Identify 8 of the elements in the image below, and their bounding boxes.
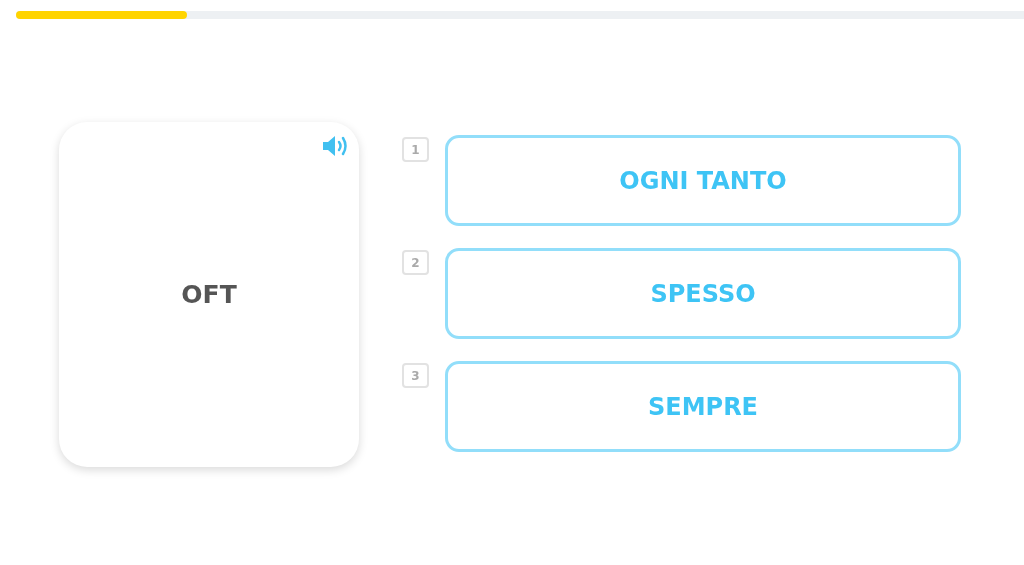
prompt-word: OFT xyxy=(181,280,237,309)
shortcut-key: 3 xyxy=(402,363,429,388)
answer-option[interactable]: SEMPRE xyxy=(445,361,961,452)
shortcut-key: 2 xyxy=(402,250,429,275)
answer-option[interactable]: OGNI TANTO xyxy=(445,135,961,226)
speaker-icon[interactable] xyxy=(321,134,349,158)
answer-option[interactable]: SPESSO xyxy=(445,248,961,339)
shortcut-key: 1 xyxy=(402,137,429,162)
